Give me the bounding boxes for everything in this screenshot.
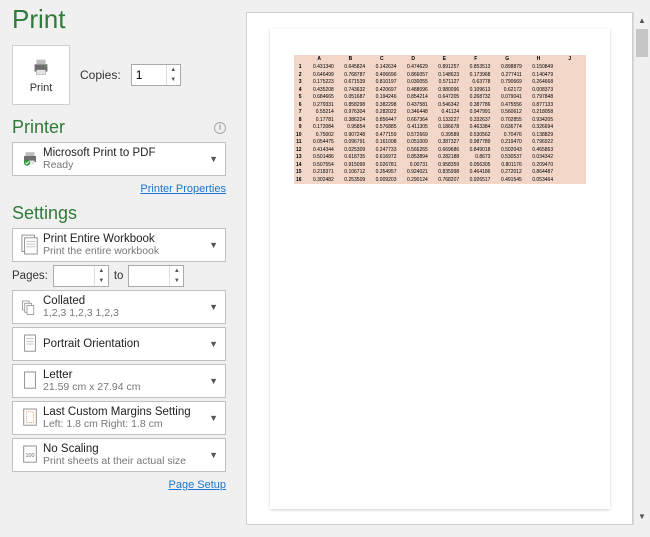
chevron-down-icon: ▼ — [206, 413, 221, 423]
page-setup-link[interactable]: Page Setup — [169, 479, 227, 491]
margins-icon — [17, 407, 43, 429]
orientation-dropdown[interactable]: Portrait Orientation ▼ — [12, 327, 226, 361]
pages-to-label: to — [114, 270, 124, 282]
chevron-down-icon: ▼ — [206, 240, 221, 250]
spinner-down-icon[interactable]: ▼ — [170, 276, 183, 286]
print-row: Print Copies: ▲ ▼ — [12, 45, 226, 105]
scaling-icon: 100 — [17, 444, 43, 466]
collate-primary: Collated — [43, 295, 206, 307]
pages-from-spinner[interactable]: ▲▼ — [53, 265, 109, 287]
settings-section-title: Settings — [12, 203, 226, 224]
print-button-label: Print — [30, 82, 53, 94]
paper-secondary: 21.59 cm x 27.94 cm — [43, 381, 206, 393]
paper-dropdown[interactable]: Letter 21.59 cm x 27.94 cm ▼ — [12, 364, 226, 398]
pages-from-input[interactable] — [54, 266, 94, 286]
printer-name: Microsoft Print to PDF — [43, 147, 206, 159]
scroll-up-icon[interactable]: ▲ — [634, 12, 650, 29]
preview-wrap: ABCDEFGHJ10.4313400.6458240.1426340.4746… — [246, 12, 633, 525]
printer-heading: Printer — [12, 117, 65, 138]
chevron-down-icon: ▼ — [206, 376, 221, 386]
chevron-down-icon: ▼ — [206, 302, 221, 312]
orientation-primary: Portrait Orientation — [43, 338, 206, 350]
paper-icon — [17, 370, 43, 392]
pages-to-spinner[interactable]: ▲▼ — [128, 265, 184, 287]
collate-secondary: 1,2,3 1,2,3 1,2,3 — [43, 307, 206, 319]
portrait-icon — [17, 333, 43, 355]
margins-primary: Last Custom Margins Setting — [43, 406, 206, 418]
printer-status-icon — [17, 150, 43, 168]
scaling-dropdown[interactable]: 100 No Scaling Print sheets at their act… — [12, 438, 226, 472]
svg-text:100: 100 — [26, 453, 35, 459]
spinner-up-icon[interactable]: ▲ — [167, 65, 180, 75]
printer-icon — [30, 56, 52, 78]
scaling-secondary: Print sheets at their actual size — [43, 455, 206, 467]
workbook-icon — [17, 234, 43, 256]
left-panel: Print Print Copies: ▲ ▼ Printer i Micros… — [0, 0, 238, 537]
print-button[interactable]: Print — [12, 45, 70, 105]
preview-scrollbar[interactable]: ▲ ▼ — [633, 12, 650, 525]
info-icon[interactable]: i — [214, 122, 226, 134]
scroll-track[interactable] — [634, 29, 650, 508]
spinner-up-icon[interactable]: ▲ — [95, 266, 108, 276]
margins-secondary: Left: 1.8 cm Right: 1.8 cm — [43, 418, 206, 430]
printer-section-title: Printer i — [12, 117, 226, 138]
chevron-down-icon: ▼ — [206, 450, 221, 460]
chevron-down-icon: ▼ — [206, 154, 221, 164]
scroll-down-icon[interactable]: ▼ — [634, 508, 650, 525]
spinner-down-icon[interactable]: ▼ — [95, 276, 108, 286]
margins-dropdown[interactable]: Last Custom Margins Setting Left: 1.8 cm… — [12, 401, 226, 435]
pages-row: Pages: ▲▼ to ▲▼ — [12, 265, 226, 287]
spinner-down-icon[interactable]: ▼ — [167, 75, 180, 85]
scroll-thumb[interactable] — [636, 29, 648, 57]
page-title: Print — [12, 4, 226, 35]
pages-to-input[interactable] — [129, 266, 169, 286]
copies-input[interactable] — [132, 65, 166, 85]
paper-primary: Letter — [43, 369, 206, 381]
preview-panel: ABCDEFGHJ10.4313400.6458240.1426340.4746… — [238, 0, 650, 537]
collate-icon — [17, 296, 43, 318]
preview-page: ABCDEFGHJ10.4313400.6458240.1426340.4746… — [270, 29, 610, 509]
chevron-down-icon: ▼ — [206, 339, 221, 349]
scope-secondary: Print the entire workbook — [43, 245, 206, 257]
scaling-primary: No Scaling — [43, 443, 206, 455]
scope-primary: Print Entire Workbook — [43, 233, 206, 245]
spinner-arrows: ▲ ▼ — [166, 65, 180, 85]
printer-status: Ready — [43, 159, 206, 171]
preview-sheet: ABCDEFGHJ10.4313400.6458240.1426340.4746… — [294, 55, 586, 185]
copies-label: Copies: — [80, 68, 121, 82]
collate-dropdown[interactable]: Collated 1,2,3 1,2,3 1,2,3 ▼ — [12, 290, 226, 324]
printer-properties-link[interactable]: Printer Properties — [140, 183, 226, 195]
printer-dropdown[interactable]: Microsoft Print to PDF Ready ▼ — [12, 142, 226, 176]
pages-label: Pages: — [12, 270, 48, 282]
spinner-up-icon[interactable]: ▲ — [170, 266, 183, 276]
copies-spinner[interactable]: ▲ ▼ — [131, 64, 181, 86]
print-scope-dropdown[interactable]: Print Entire Workbook Print the entire w… — [12, 228, 226, 262]
